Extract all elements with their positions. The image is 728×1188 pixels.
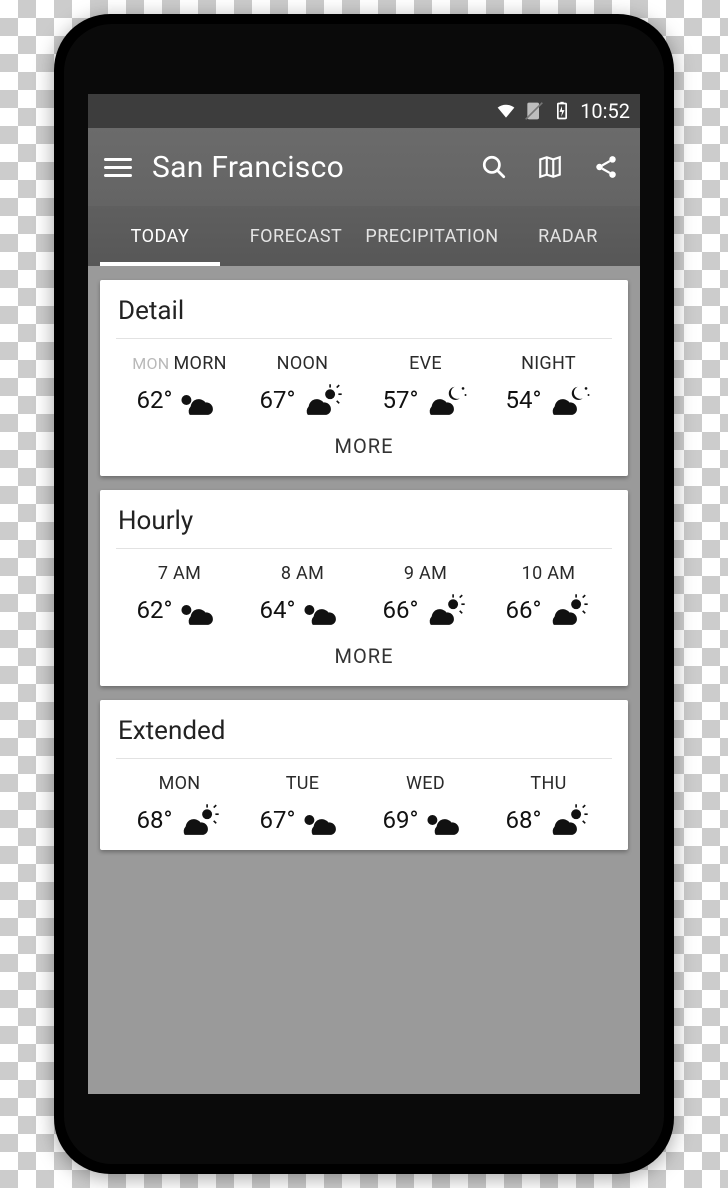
- wifi-icon: [496, 101, 516, 121]
- hourly-more-button[interactable]: MORE: [118, 630, 610, 676]
- partly-sunny-icon: [174, 800, 222, 840]
- extended-temp: 69°: [383, 806, 419, 834]
- cloudy-icon: [297, 590, 345, 630]
- tab-forecast[interactable]: FORECAST: [228, 206, 364, 266]
- card-detail-title: Detail: [118, 296, 610, 326]
- card-hourly-title: Hourly: [118, 506, 610, 536]
- detail-part-label: NOON: [277, 353, 329, 374]
- tab-precipitation[interactable]: PRECIPITATION: [364, 206, 500, 266]
- hourly-time-label: 10 AM: [522, 563, 576, 584]
- divider: [116, 338, 612, 339]
- extended-cell: WED 69°: [364, 773, 487, 840]
- divider: [116, 758, 612, 759]
- divider: [116, 548, 612, 549]
- detail-cell: MON MORN 62°: [118, 353, 241, 420]
- hourly-time-label: 9 AM: [404, 563, 447, 584]
- tab-radar[interactable]: RADAR: [500, 206, 636, 266]
- hourly-temp: 64°: [260, 596, 296, 624]
- detail-more-button[interactable]: MORE: [118, 420, 610, 466]
- content-scroll[interactable]: Detail MON MORN 62°: [88, 266, 640, 1094]
- hourly-temp: 66°: [383, 596, 419, 624]
- location-title: San Francisco: [152, 150, 456, 185]
- detail-part-label: NIGHT: [521, 353, 576, 374]
- detail-part-label: EVE: [409, 353, 442, 374]
- search-button[interactable]: [476, 149, 512, 185]
- partly-sunny-icon: [543, 590, 591, 630]
- hourly-temp: 66°: [506, 596, 542, 624]
- extended-day-label: TUE: [286, 773, 320, 794]
- extended-cell: TUE 67°: [241, 773, 364, 840]
- screen: 10:52 San Francisco TODAY FORECAST PRECI…: [88, 94, 640, 1094]
- cloudy-icon: [297, 800, 345, 840]
- partly-sunny-icon: [543, 800, 591, 840]
- hourly-time-label: 7 AM: [158, 563, 201, 584]
- phone-bezel: 10:52 San Francisco TODAY FORECAST PRECI…: [64, 24, 664, 1164]
- extended-row: MON 68° TUE 67°: [118, 773, 610, 840]
- detail-temp: 62°: [137, 386, 173, 414]
- share-button[interactable]: [588, 149, 624, 185]
- cloudy-icon: [174, 380, 222, 420]
- detail-part-label: MORN: [174, 353, 227, 374]
- detail-temp: 57°: [383, 386, 419, 414]
- extended-cell: MON 68°: [118, 773, 241, 840]
- night-cloudy-icon: [420, 380, 468, 420]
- card-extended-title: Extended: [118, 716, 610, 746]
- extended-temp: 68°: [137, 806, 173, 834]
- card-hourly: Hourly 7 AM 62° 8 AM: [100, 490, 628, 686]
- hourly-cell: 9 AM 66°: [364, 563, 487, 630]
- detail-temp: 54°: [506, 386, 542, 414]
- phone-frame: 10:52 San Francisco TODAY FORECAST PRECI…: [54, 14, 674, 1174]
- detail-day-prefix: MON: [132, 354, 169, 373]
- extended-day-label: MON: [159, 773, 201, 794]
- extended-day-label: THU: [530, 773, 566, 794]
- extended-temp: 68°: [506, 806, 542, 834]
- detail-cell: NIGHT 54°: [487, 353, 610, 420]
- tab-bar: TODAY FORECAST PRECIPITATION RADAR: [88, 206, 640, 266]
- detail-row: MON MORN 62° NOON 67°: [118, 353, 610, 420]
- menu-icon[interactable]: [104, 153, 132, 181]
- extended-temp: 67°: [260, 806, 296, 834]
- app-bar: San Francisco: [88, 128, 640, 206]
- status-bar: 10:52: [88, 94, 640, 128]
- card-extended: Extended MON 68° TUE: [100, 700, 628, 850]
- extended-cell: THU 68°: [487, 773, 610, 840]
- detail-cell: NOON 67°: [241, 353, 364, 420]
- battery-charging-icon: [552, 101, 572, 121]
- hourly-cell: 10 AM 66°: [487, 563, 610, 630]
- extended-day-label: WED: [406, 773, 445, 794]
- hourly-cell: 8 AM 64°: [241, 563, 364, 630]
- cloudy-icon: [420, 800, 468, 840]
- partly-sunny-icon: [420, 590, 468, 630]
- card-detail: Detail MON MORN 62°: [100, 280, 628, 476]
- hourly-cell: 7 AM 62°: [118, 563, 241, 630]
- no-sim-icon: [524, 101, 544, 121]
- status-time: 10:52: [580, 99, 630, 123]
- hourly-row: 7 AM 62° 8 AM 64°: [118, 563, 610, 630]
- cloudy-icon: [174, 590, 222, 630]
- detail-temp: 67°: [260, 386, 296, 414]
- hourly-time-label: 8 AM: [281, 563, 324, 584]
- tab-today[interactable]: TODAY: [92, 206, 228, 266]
- map-button[interactable]: [532, 149, 568, 185]
- hourly-temp: 62°: [137, 596, 173, 624]
- detail-cell: EVE 57°: [364, 353, 487, 420]
- night-cloudy-icon: [543, 380, 591, 420]
- partly-sunny-icon: [297, 380, 345, 420]
